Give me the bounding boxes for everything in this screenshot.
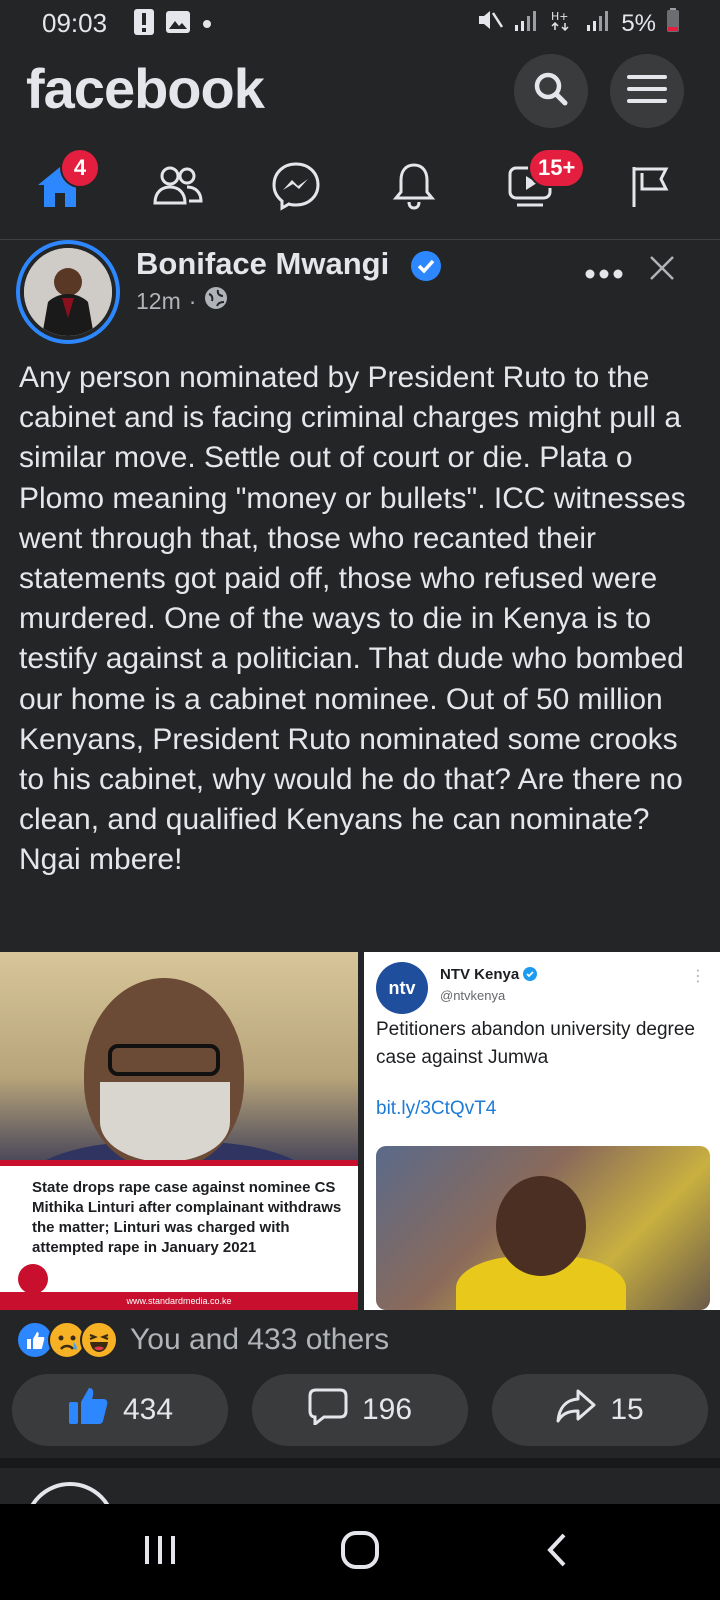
- tweet-handle: @ntvkenya: [440, 988, 506, 1003]
- standard-logo: [18, 1264, 48, 1294]
- comment-count: 196: [361, 1393, 413, 1426]
- search-icon: [531, 69, 571, 114]
- meta-separator: ·: [188, 287, 197, 314]
- search-button[interactable]: [514, 54, 588, 128]
- data-hplus-icon: H+: [549, 9, 575, 38]
- verified-badge-icon: [410, 250, 442, 287]
- post-meta: 12m ·: [136, 286, 228, 316]
- next-post-avatar: [24, 1482, 116, 1504]
- facebook-logo[interactable]: facebook: [26, 56, 265, 121]
- signal-icon: [513, 9, 539, 38]
- status-notification-icons: [134, 9, 212, 40]
- author-avatar-ring[interactable]: [16, 240, 120, 344]
- reactions-text: You and 433 others: [130, 1323, 390, 1356]
- nav-home[interactable]: 4: [30, 148, 100, 218]
- tweet-verified-icon: [523, 967, 538, 981]
- hide-post-button[interactable]: [648, 254, 676, 287]
- messenger-icon: [271, 161, 321, 216]
- home-circle-icon: [340, 1530, 380, 1575]
- feed-separator: [0, 1458, 720, 1468]
- signal2-icon: [585, 9, 611, 38]
- post-options-button[interactable]: [584, 254, 624, 288]
- home-nav-button[interactable]: [332, 1526, 388, 1578]
- photo-figure-glasses: [108, 1044, 220, 1076]
- svg-text:H+: H+: [551, 10, 569, 23]
- notifications-icon: [392, 161, 436, 216]
- recent-apps-button[interactable]: [132, 1526, 188, 1578]
- news-caption-box: State drops rape case against nominee CS…: [0, 1160, 358, 1310]
- tweet-text: Petitioners abandon university degree ca…: [376, 1019, 695, 1068]
- friends-icon: [151, 163, 205, 214]
- ntv-logo: ntv: [376, 962, 428, 1014]
- recents-icon: [142, 1534, 178, 1571]
- menu-icon: [627, 73, 667, 110]
- tweet-author-name: NTV Kenya: [440, 966, 520, 983]
- share-button[interactable]: 15: [492, 1374, 708, 1446]
- share-count: 15: [610, 1393, 644, 1426]
- post-body-text: Any person nominated by President Ruto t…: [19, 361, 686, 877]
- back-chevron-icon: [544, 1532, 572, 1573]
- android-navigation-bar: [0, 1504, 720, 1600]
- post-media: State drops rape case against nominee CS…: [0, 952, 720, 1310]
- nav-watch[interactable]: 15+: [502, 148, 586, 218]
- news-caption: State drops rape case against nominee CS…: [32, 1179, 342, 1256]
- nav-pages[interactable]: [620, 158, 680, 218]
- status-time: 09:03: [42, 8, 108, 38]
- haha-reaction-icon: [80, 1321, 118, 1359]
- tweet-more-icon: ⋮: [690, 968, 706, 985]
- globe-icon: [204, 286, 228, 316]
- news-footer: www.standardmedia.co.ke: [0, 1292, 358, 1310]
- battery-icon: [666, 8, 680, 39]
- mute-icon: [477, 8, 504, 39]
- author-avatar: [24, 248, 112, 336]
- author-name[interactable]: Boniface Mwangi: [136, 246, 389, 282]
- nav-friends[interactable]: [148, 158, 208, 218]
- flag-icon: [628, 163, 672, 214]
- like-icon: [67, 1386, 109, 1434]
- tweet-author: NTV Kenya: [440, 966, 538, 983]
- tweet-photo: [376, 1146, 710, 1310]
- reactions-summary[interactable]: You and 433 others: [16, 1318, 389, 1362]
- battery-text: 5%: [621, 9, 656, 37]
- photo-figure-beard: [100, 1082, 230, 1162]
- home-badge: 4: [60, 148, 100, 188]
- watch-badge: 15+: [528, 148, 586, 188]
- back-nav-button[interactable]: [530, 1526, 586, 1578]
- status-bar: 09:03 H+ 5%: [0, 0, 720, 46]
- alert-icon: [134, 9, 154, 40]
- nav-notifications[interactable]: [384, 158, 444, 218]
- tweet-photo-person: [496, 1176, 586, 1276]
- next-post-preview[interactable]: [0, 1468, 720, 1504]
- tweet-link: bit.ly/3CtQvT4: [376, 1098, 497, 1119]
- main-nav: 4 15+: [0, 138, 720, 240]
- image-icon: [166, 11, 190, 38]
- menu-button[interactable]: [610, 54, 684, 128]
- reaction-icons: [16, 1321, 118, 1359]
- status-system-icons: H+ 5%: [477, 8, 680, 39]
- comment-icon: [308, 1387, 348, 1433]
- close-icon: [648, 256, 676, 286]
- media-image-left[interactable]: State drops rape case against nominee CS…: [0, 952, 358, 1310]
- post-time[interactable]: 12m: [136, 288, 181, 315]
- share-icon: [556, 1388, 596, 1432]
- like-button[interactable]: 434: [12, 1374, 228, 1446]
- media-image-right[interactable]: ntv NTV Kenya @ntvkenya ⋮ Petitioners ab…: [364, 952, 720, 1310]
- dot-icon: [202, 16, 212, 34]
- comment-button[interactable]: 196: [252, 1374, 468, 1446]
- post-header: Boniface Mwangi 12m ·: [0, 240, 720, 350]
- post-actions: 434 196 15: [0, 1374, 720, 1448]
- nav-messenger[interactable]: [266, 158, 326, 218]
- app-header: facebook: [0, 46, 720, 138]
- like-count: 434: [122, 1393, 174, 1426]
